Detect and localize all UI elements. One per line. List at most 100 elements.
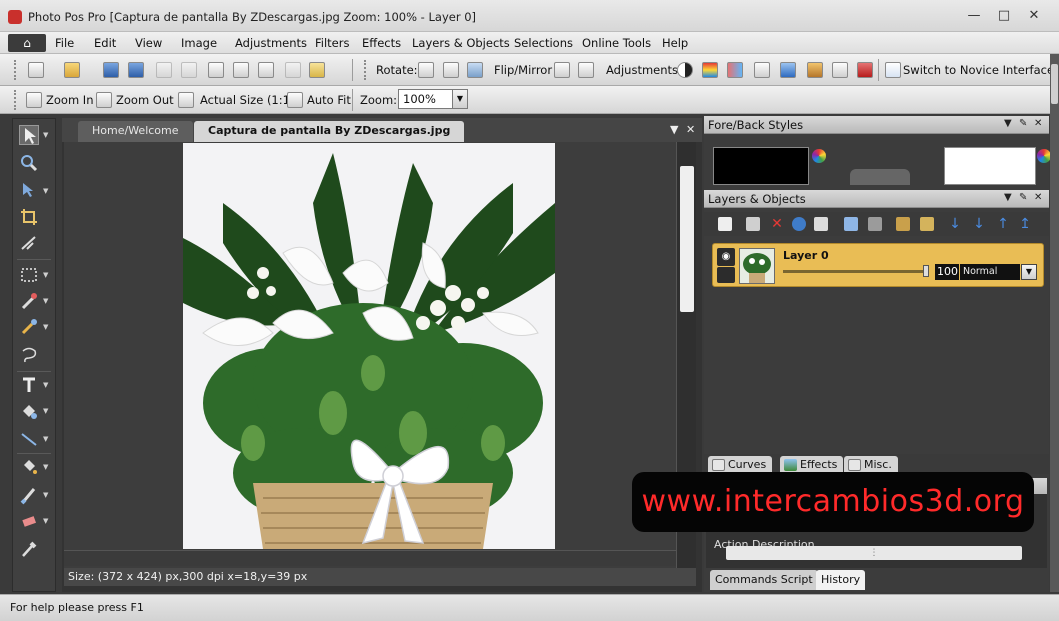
color-balance-icon[interactable] — [702, 62, 718, 78]
contrast-drop-icon[interactable] — [754, 62, 770, 78]
close-button[interactable]: ✕ — [1022, 8, 1046, 24]
background-color-swatch[interactable] — [944, 147, 1036, 185]
text-tool[interactable] — [19, 375, 39, 395]
zoom-out-button[interactable]: Zoom Out — [116, 93, 174, 107]
new-layer-icon[interactable] — [718, 217, 732, 231]
move-bottom-icon[interactable]: ↓ — [972, 217, 986, 231]
opacity-slider-handle[interactable] — [923, 265, 929, 277]
layer-properties-icon[interactable] — [844, 217, 858, 231]
home-icon[interactable]: ⌂ — [8, 34, 46, 52]
menu-edit[interactable]: Edit — [94, 36, 116, 50]
lock-icon[interactable] — [717, 267, 735, 283]
zoom-in-icon[interactable] — [26, 92, 42, 108]
zoom-tool[interactable] — [19, 153, 39, 173]
tab-commands-script[interactable]: Commands Script — [710, 570, 818, 590]
crop-tool[interactable] — [19, 207, 39, 227]
menu-selections[interactable]: Selections — [514, 36, 573, 50]
image-levels-icon[interactable] — [832, 62, 848, 78]
auto-fit-button[interactable]: Auto Fit — [307, 93, 351, 107]
flip-horizontal-icon[interactable] — [578, 62, 594, 78]
image-adjust-icon[interactable] — [807, 62, 823, 78]
toolbar-grip[interactable] — [364, 60, 368, 80]
hue-saturation-icon[interactable] — [727, 62, 743, 78]
chevron-down-icon[interactable]: ▼ — [1021, 264, 1037, 280]
chevron-down-icon[interactable]: ▼ — [670, 123, 678, 136]
move-tool[interactable] — [19, 181, 39, 201]
novice-interface-icon[interactable] — [885, 62, 901, 78]
chevron-down-icon[interactable]: ▼ — [43, 407, 48, 415]
image-canvas[interactable] — [183, 143, 555, 549]
flip-vertical-icon[interactable] — [554, 62, 570, 78]
paste-new-icon[interactable] — [285, 62, 301, 78]
chevron-down-icon[interactable]: ▼ — [43, 271, 48, 279]
color-picker-icon[interactable] — [1037, 149, 1051, 163]
save-icon[interactable] — [103, 62, 119, 78]
opacity-slider[interactable] — [783, 265, 929, 277]
magic-brush-tool[interactable] — [19, 317, 39, 337]
rect-select-tool[interactable] — [19, 265, 39, 285]
color-picker-icon[interactable] — [812, 149, 826, 163]
foreground-color-swatch[interactable] — [713, 147, 809, 185]
redo-icon[interactable] — [181, 62, 197, 78]
eye-icon[interactable]: ◉ — [717, 248, 735, 266]
rotate-right-icon[interactable] — [443, 62, 459, 78]
actual-size-icon[interactable] — [178, 92, 194, 108]
chevron-down-icon[interactable]: ▼ — [43, 517, 48, 525]
pin-icon[interactable]: ✎ — [1019, 192, 1027, 203]
move-top-icon[interactable]: ↥ — [1018, 217, 1032, 231]
tab-home-welcome[interactable]: Home/Welcome — [78, 121, 193, 142]
undo-icon[interactable] — [156, 62, 172, 78]
maximize-button[interactable]: □ — [992, 8, 1016, 24]
magic-wand-tool[interactable] — [19, 291, 39, 311]
close-icon[interactable]: ✕ — [1034, 192, 1042, 203]
select-arrow-tool[interactable] — [19, 125, 39, 145]
horizontal-scrollbar[interactable] — [64, 550, 676, 566]
tab-history[interactable]: History — [816, 570, 866, 590]
group-objects-icon[interactable] — [896, 217, 910, 231]
paste-icon[interactable] — [258, 62, 274, 78]
paste-into-icon[interactable] — [309, 62, 325, 78]
chevron-down-icon[interactable]: ▼ — [1004, 192, 1012, 203]
minimize-button[interactable]: — — [962, 8, 986, 24]
menu-online-tools[interactable]: Online Tools — [582, 36, 651, 50]
pin-icon[interactable]: ✎ — [1019, 118, 1027, 129]
layer-mask-icon[interactable] — [868, 217, 882, 231]
eraser-tool[interactable] — [19, 511, 39, 531]
eyedropper-tool[interactable] — [19, 539, 39, 559]
zoom-in-button[interactable]: Zoom In — [46, 93, 94, 107]
chevron-down-icon[interactable]: ▼ — [1004, 118, 1012, 129]
brush-tool[interactable] — [19, 485, 39, 505]
zoom-out-icon[interactable] — [96, 92, 112, 108]
close-icon[interactable]: ✕ — [686, 123, 695, 136]
save-as-icon[interactable] — [128, 62, 144, 78]
menu-filters[interactable]: Filters — [315, 36, 349, 50]
new-file-icon[interactable] — [28, 62, 44, 78]
saturation-drop-icon[interactable] — [780, 62, 796, 78]
chevron-down-icon[interactable]: ▼ — [43, 323, 48, 331]
chevron-down-icon[interactable]: ▼ — [43, 381, 48, 389]
menu-view[interactable]: View — [135, 36, 162, 50]
ungroup-objects-icon[interactable] — [920, 217, 934, 231]
rotate-free-icon[interactable] — [467, 62, 483, 78]
scrollbar-thumb[interactable] — [680, 166, 694, 312]
layer-info-icon[interactable] — [792, 217, 806, 231]
swap-colors-button[interactable] — [850, 169, 910, 185]
paint-bucket-tool[interactable] — [19, 457, 39, 477]
chevron-down-icon[interactable]: ▼ — [43, 463, 48, 471]
close-icon[interactable]: ✕ — [1034, 118, 1042, 129]
layer-row[interactable]: ◉ Layer 0 100 Normal ▼ — [712, 243, 1044, 287]
chevron-down-icon[interactable]: ▼ — [43, 435, 48, 443]
chevron-down-icon[interactable]: ▼ — [43, 131, 48, 139]
lasso-tool[interactable] — [19, 345, 39, 365]
delete-layer-icon[interactable]: ✕ — [770, 217, 784, 231]
window-vertical-scrollbar[interactable] — [1050, 54, 1059, 592]
merge-layer-icon[interactable] — [814, 217, 828, 231]
chevron-down-icon[interactable]: ▼ — [452, 90, 467, 108]
blend-mode-select[interactable]: Normal — [960, 264, 1020, 280]
toolbar-grip[interactable] — [14, 60, 18, 80]
toolbar-grip[interactable] — [14, 90, 18, 110]
chevron-down-icon[interactable]: ▼ — [43, 297, 48, 305]
scrollbar-thumb[interactable] — [1051, 64, 1058, 104]
copy-icon[interactable] — [233, 62, 249, 78]
line-tool[interactable] — [19, 429, 39, 449]
